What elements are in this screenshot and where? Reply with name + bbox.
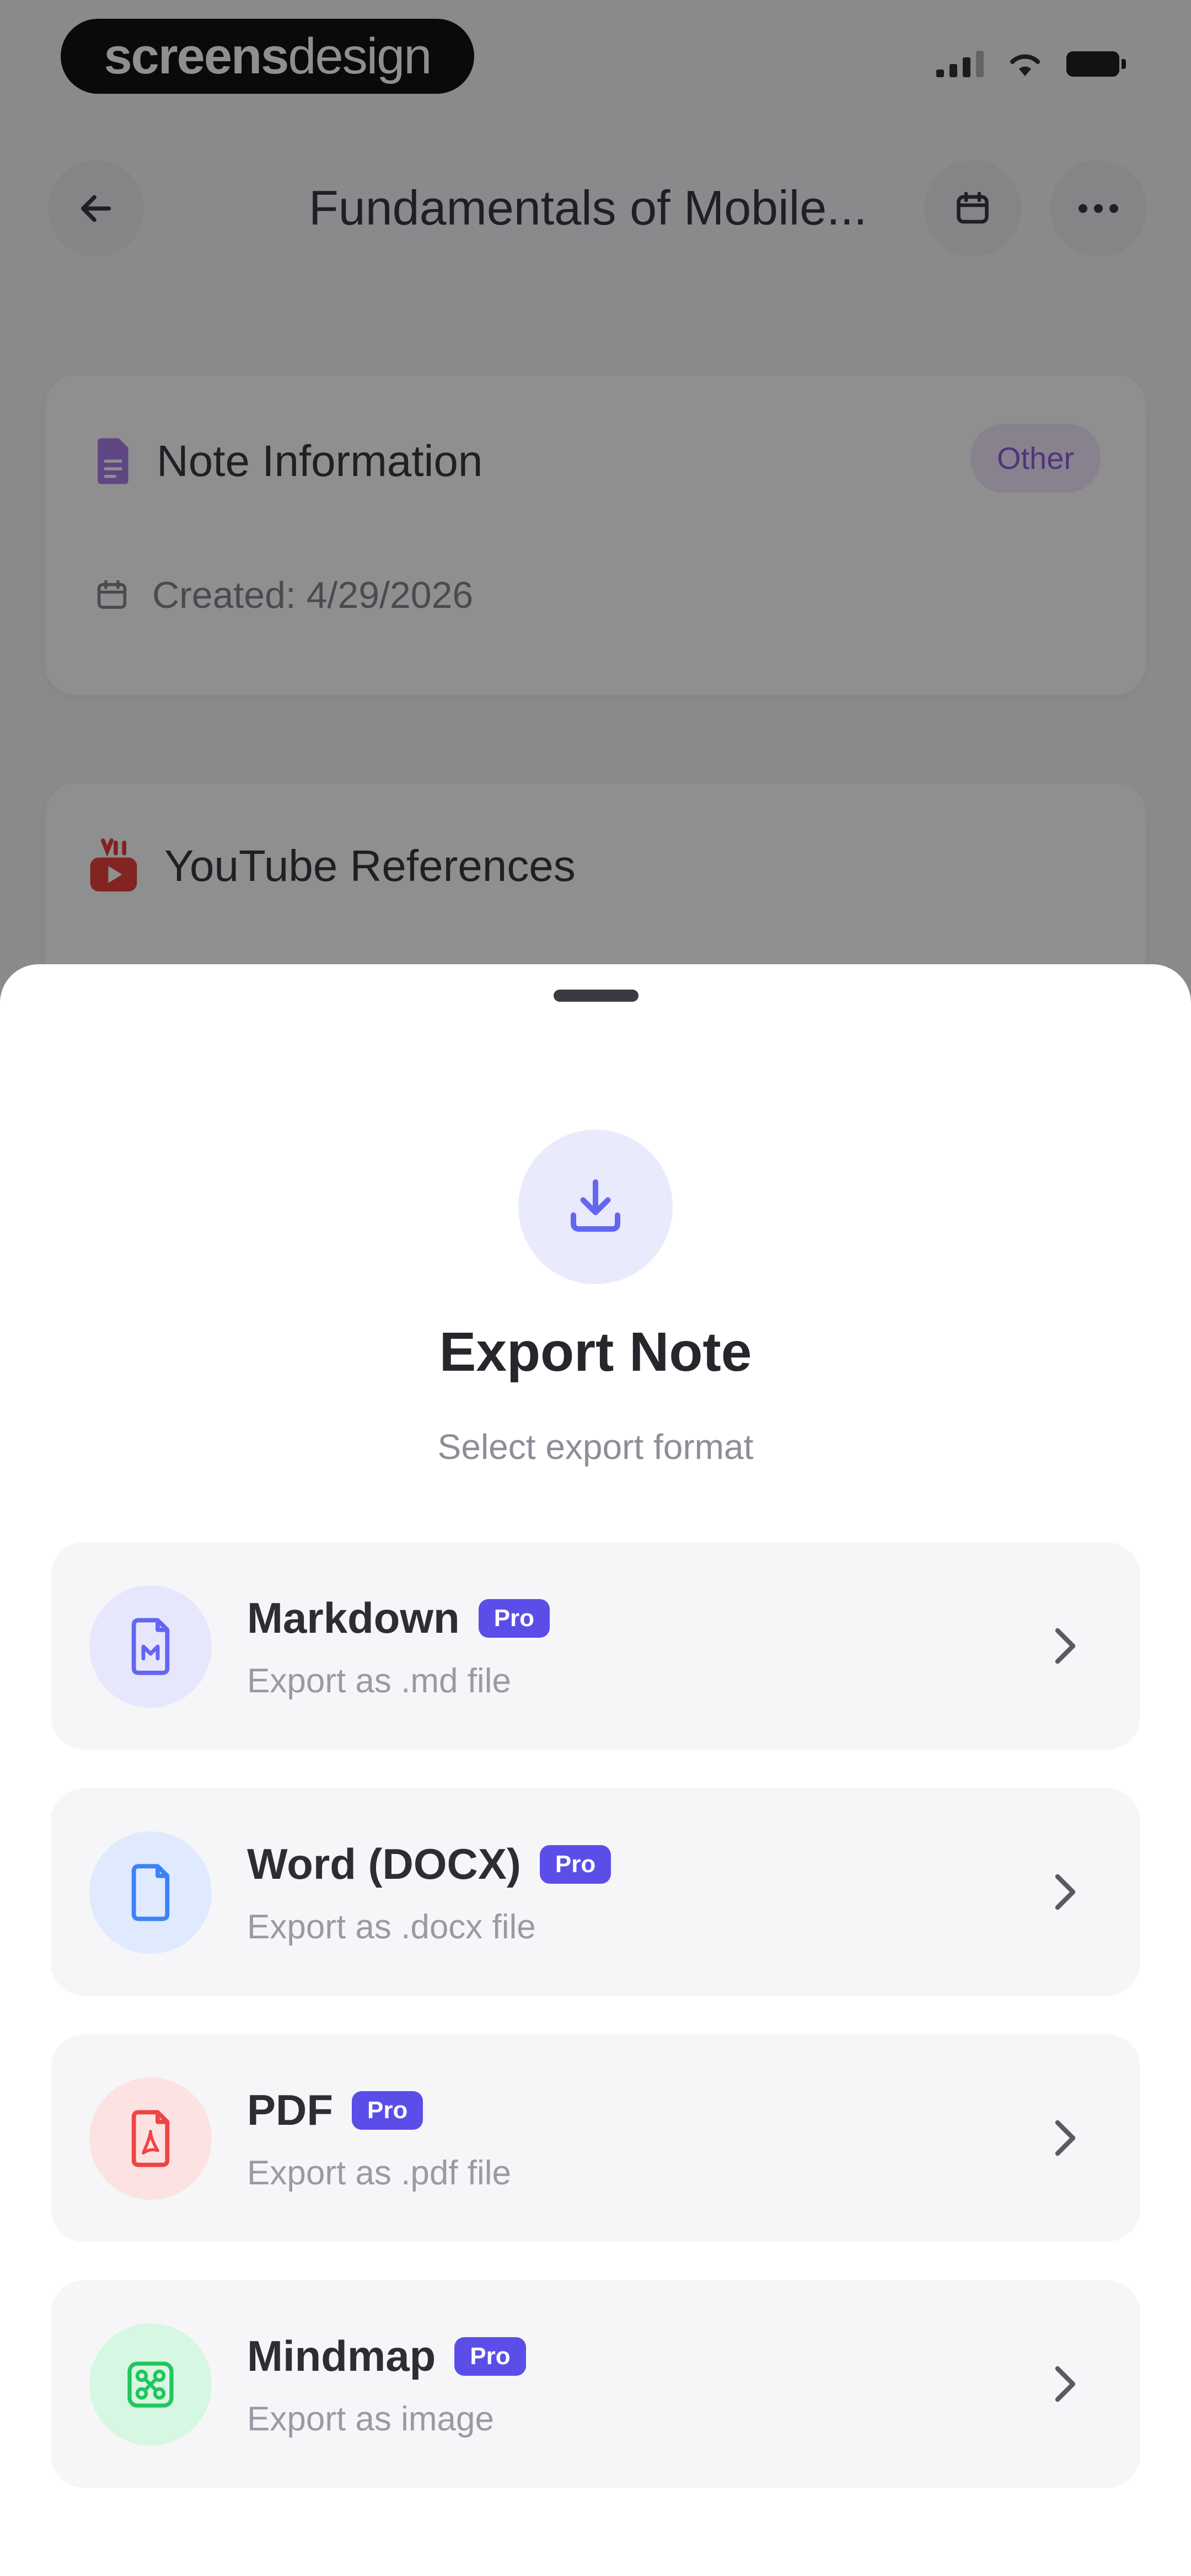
chevron-right-icon xyxy=(1043,1624,1087,1668)
export-option-markdown[interactable]: Markdown Pro Export as .md file xyxy=(51,1542,1140,1750)
export-option-mindmap[interactable]: Mindmap Pro Export as image xyxy=(51,2280,1140,2488)
download-icon xyxy=(571,1179,620,1232)
mindmap-icon-circle xyxy=(89,2323,212,2446)
export-option-title: Mindmap xyxy=(247,2332,436,2380)
export-option-title: PDF xyxy=(247,2086,333,2134)
export-icon-circle xyxy=(518,1130,673,1284)
export-option-title: Word (DOCX) xyxy=(247,1840,521,1888)
pro-badge: Pro xyxy=(352,2091,423,2130)
pdf-file-icon xyxy=(131,2110,170,2167)
export-option-subtitle: Export as .pdf file xyxy=(247,2154,512,2192)
pro-badge: Pro xyxy=(539,1845,611,1884)
export-option-title: Markdown xyxy=(247,1594,460,1642)
sheet-drag-handle[interactable] xyxy=(554,990,639,1002)
chevron-right-icon xyxy=(1043,2116,1087,2160)
mindmap-icon xyxy=(127,2361,174,2408)
export-option-word[interactable]: Word (DOCX) Pro Export as .docx file xyxy=(51,1788,1140,1996)
markdown-file-icon-circle xyxy=(89,1585,212,1708)
export-option-subtitle: Export as .md file xyxy=(247,1662,511,1700)
export-bottom-sheet: Export Note Select export format Markdow… xyxy=(0,964,1191,2576)
chevron-right-icon xyxy=(1043,1870,1087,1914)
export-option-subtitle: Export as image xyxy=(247,2400,494,2438)
word-file-icon-circle xyxy=(89,1831,212,1954)
pdf-file-icon-circle xyxy=(89,2077,212,2200)
pro-badge: Pro xyxy=(478,1599,550,1638)
export-option-pdf[interactable]: PDF Pro Export as .pdf file xyxy=(51,2034,1140,2242)
chevron-right-icon xyxy=(1043,2362,1087,2406)
sheet-subtitle: Select export format xyxy=(437,1427,754,1467)
word-file-icon xyxy=(131,1864,170,1921)
pro-badge: Pro xyxy=(454,2337,526,2376)
sheet-title: Export Note xyxy=(439,1321,752,1383)
export-option-subtitle: Export as .docx file xyxy=(247,1908,536,1946)
markdown-file-icon xyxy=(131,1618,170,1675)
